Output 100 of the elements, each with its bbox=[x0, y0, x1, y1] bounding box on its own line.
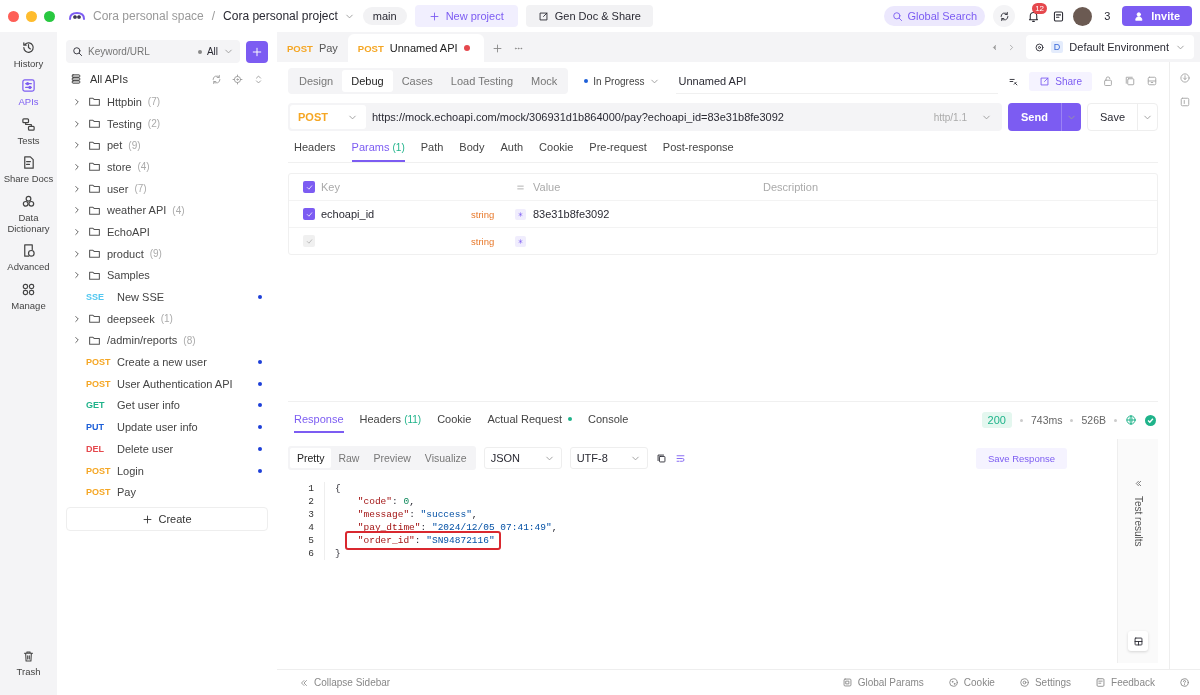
api-item[interactable]: PUT Update user info bbox=[66, 416, 268, 438]
footer-link[interactable]: Feedback bbox=[1095, 677, 1155, 688]
test-results-panel[interactable]: Test results bbox=[1117, 439, 1158, 663]
nav-item[interactable]: Tests bbox=[0, 115, 57, 155]
check-circle-icon bbox=[1145, 414, 1156, 426]
nav-item[interactable]: History bbox=[0, 39, 57, 78]
notifications-button[interactable]: 12 bbox=[1023, 5, 1045, 27]
nav-item[interactable]: APIs bbox=[0, 77, 57, 116]
code-line: { bbox=[334, 483, 341, 494]
request-section-tab[interactable]: Headers bbox=[294, 134, 336, 162]
param-key[interactable]: echoapi_id bbox=[321, 208, 471, 220]
api-item[interactable]: GET Get user info bbox=[66, 394, 268, 417]
sync-button[interactable] bbox=[993, 5, 1016, 27]
share-icon bbox=[1039, 75, 1051, 87]
format-selector[interactable]: JSON bbox=[483, 447, 562, 469]
mode-tab[interactable]: Debug bbox=[342, 70, 393, 92]
test-results-label[interactable]: Test results bbox=[1132, 496, 1144, 547]
footer-link[interactable]: Cookie bbox=[947, 677, 995, 688]
folder-item[interactable]: deepseek (1) bbox=[66, 307, 268, 330]
folder-item[interactable]: EchoAPI bbox=[66, 221, 268, 243]
request-section-tab[interactable]: Pre-request bbox=[589, 134, 647, 162]
global-search-button[interactable]: Global Search bbox=[884, 6, 986, 26]
folder-icon bbox=[88, 247, 101, 261]
user-avatar[interactable] bbox=[1073, 6, 1093, 26]
create-button[interactable]: Create bbox=[66, 507, 268, 532]
row-checkbox[interactable] bbox=[303, 235, 315, 247]
view-tab[interactable]: Raw bbox=[331, 448, 367, 468]
minimize-button[interactable] bbox=[26, 10, 37, 22]
member-count[interactable]: 3 bbox=[1100, 10, 1115, 22]
filter-selector[interactable]: All bbox=[178, 40, 240, 63]
new-project-button[interactable]: New project bbox=[414, 5, 518, 27]
add-button[interactable] bbox=[246, 40, 268, 63]
folder-item[interactable]: weather API (4) bbox=[66, 199, 268, 222]
response-tab[interactable]: Headers (11) bbox=[359, 407, 422, 433]
nav-item[interactable]: Advanced bbox=[0, 242, 57, 281]
project-selector[interactable]: Cora personal project bbox=[223, 9, 355, 23]
folder-item[interactable]: Httpbin (7) bbox=[66, 91, 268, 113]
mode-tab[interactable]: Cases bbox=[392, 70, 442, 92]
mode-tab[interactable]: Mock bbox=[522, 70, 567, 92]
close-button[interactable] bbox=[8, 10, 19, 22]
send-button[interactable]: Send bbox=[1008, 103, 1081, 131]
request-tab[interactable]: POST Pay bbox=[277, 34, 348, 62]
api-item[interactable]: POST Pay bbox=[66, 481, 268, 504]
gen-doc-button[interactable]: Gen Doc & Share bbox=[525, 5, 653, 27]
request-section-tab[interactable]: Auth bbox=[500, 134, 524, 162]
folder-item[interactable]: product (9) bbox=[66, 242, 268, 265]
view-tab[interactable]: Preview bbox=[366, 448, 418, 468]
api-name-field[interactable]: Unnamed API bbox=[676, 68, 999, 94]
request-section-tab[interactable]: Post-response bbox=[662, 134, 734, 162]
share-button[interactable]: Share bbox=[1029, 71, 1092, 91]
response-tab[interactable]: Actual Request bbox=[487, 407, 573, 433]
save-button[interactable]: Save bbox=[1086, 103, 1158, 131]
footer-link[interactable]: Global Params bbox=[841, 677, 924, 688]
api-item[interactable]: SSE New SSE bbox=[66, 286, 268, 308]
request-section-tab[interactable]: Params (1) bbox=[351, 134, 405, 162]
request-section-tab[interactable]: Body bbox=[459, 134, 485, 162]
url-field[interactable]: https://mock.echoapi.com/mock/306931d1b864000/pay?echoapi_id=83e31b8fe3092 bbox=[366, 111, 934, 123]
all-apis-label[interactable]: All APIs bbox=[90, 73, 128, 85]
search-field[interactable]: Keyword/URL bbox=[66, 40, 178, 63]
collapse-sidebar-button[interactable]: Collapse Sidebar bbox=[299, 677, 391, 688]
view-tab[interactable]: Visualize bbox=[417, 448, 474, 468]
nav-item[interactable]: Share Docs bbox=[0, 154, 57, 193]
response-tab[interactable]: Console bbox=[588, 407, 629, 433]
environment-selector[interactable]: D Default Environment bbox=[1025, 35, 1194, 59]
folder-item[interactable]: /admin/reports (8) bbox=[66, 329, 268, 352]
folder-item[interactable]: Testing (2) bbox=[66, 112, 268, 135]
row-checkbox[interactable] bbox=[303, 208, 315, 220]
layout-button[interactable] bbox=[1128, 631, 1148, 651]
param-value[interactable]: 83e31b8fe3092 bbox=[533, 208, 763, 220]
status-selector[interactable]: In Progress bbox=[578, 75, 667, 87]
layout-icon bbox=[1132, 635, 1144, 647]
view-tab[interactable]: Pretty bbox=[290, 448, 332, 468]
mode-tab[interactable]: Design bbox=[290, 70, 343, 92]
folder-item[interactable]: user (7) bbox=[66, 177, 268, 200]
folder-item[interactable]: pet (9) bbox=[66, 134, 268, 157]
select-all-checkbox[interactable] bbox=[303, 181, 315, 193]
nav-item[interactable]: Manage bbox=[0, 280, 57, 320]
api-item[interactable]: DEL Delete user bbox=[66, 438, 268, 460]
response-tab[interactable]: Response bbox=[294, 407, 344, 433]
request-section-tab[interactable]: Path bbox=[420, 134, 444, 162]
encoding-selector[interactable]: UTF-8 bbox=[569, 447, 648, 469]
invite-button[interactable]: Invite bbox=[1122, 6, 1192, 26]
save-response-button[interactable]: Save Response bbox=[975, 447, 1067, 469]
api-item[interactable]: POST Login bbox=[66, 459, 268, 482]
folder-item[interactable]: store (4) bbox=[66, 156, 268, 178]
branch-selector[interactable]: main bbox=[362, 7, 407, 25]
maximize-button[interactable] bbox=[44, 10, 55, 22]
notes-button[interactable] bbox=[1052, 9, 1066, 23]
request-tab[interactable]: POST Unnamed API bbox=[347, 34, 484, 62]
chevron-right-icon bbox=[72, 270, 82, 281]
response-size: 526B bbox=[1081, 414, 1106, 426]
api-item[interactable]: POST Create a new user bbox=[66, 351, 268, 373]
folder-item[interactable]: Samples bbox=[66, 264, 268, 287]
trash-nav-item[interactable]: Trash bbox=[0, 648, 57, 685]
nav-item[interactable]: Data Dictionary bbox=[0, 192, 57, 243]
footer-link[interactable]: Settings bbox=[1018, 677, 1072, 688]
mode-tab[interactable]: Load Testing bbox=[441, 70, 523, 92]
api-item[interactable]: POST User Authentication API bbox=[66, 372, 268, 395]
response-tab[interactable]: Cookie bbox=[437, 407, 472, 433]
request-section-tab[interactable]: Cookie bbox=[539, 134, 574, 162]
